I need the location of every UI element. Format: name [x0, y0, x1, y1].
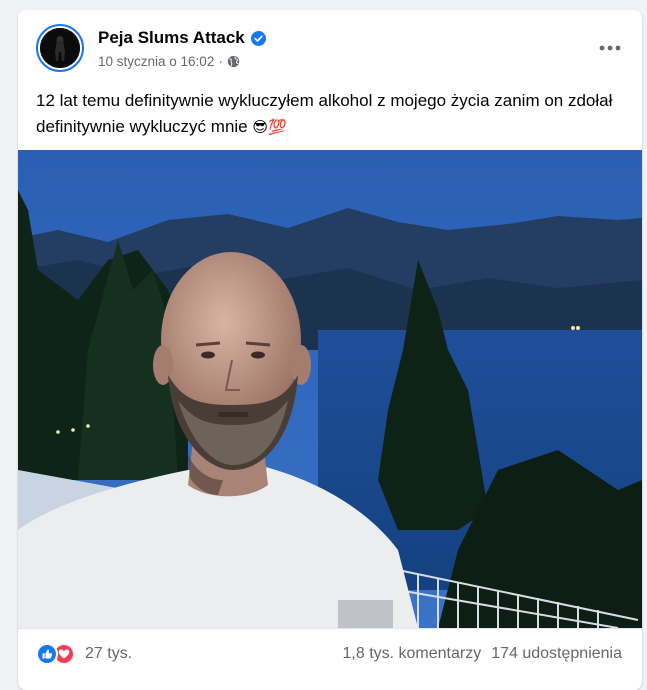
post-stats: 1,8 tys. komentarzy 174 udostępnienia [343, 645, 623, 663]
shares-count-link[interactable]: 174 udostępnienia [491, 645, 622, 663]
avatar-image [40, 28, 80, 68]
photo-image [18, 150, 642, 628]
reactions-summary[interactable]: 27 tys. [36, 643, 132, 665]
more-options-icon [599, 45, 621, 51]
reaction-count: 27 tys. [85, 645, 133, 662]
meta-separator: · [218, 54, 223, 69]
post-footer: 27 tys. 1,8 tys. komentarzy 174 udostępn… [18, 628, 642, 683]
like-reaction-icon [36, 643, 58, 665]
post-timestamp[interactable]: 10 stycznia o 16:02 [98, 54, 214, 69]
post-body: 12 lat temu definitywnie wykluczyłem alk… [36, 88, 626, 140]
post-card: Peja Slums Attack 10 stycznia o 16:02 · … [18, 10, 642, 690]
post-header: Peja Slums Attack 10 stycznia o 16:02 · [18, 10, 642, 88]
post-meta: 10 stycznia o 16:02 · [98, 54, 240, 69]
post-emojis: 😎💯 [252, 118, 287, 136]
verified-badge-icon [250, 30, 266, 46]
author-name[interactable]: Peja Slums Attack [98, 28, 245, 48]
author-name-row: Peja Slums Attack [98, 28, 266, 48]
more-options-button[interactable] [592, 34, 628, 62]
post-message: 12 lat temu definitywnie wykluczyłem alk… [36, 91, 613, 136]
globe-icon[interactable] [227, 55, 240, 68]
comments-count-link[interactable]: 1,8 tys. komentarzy [343, 645, 482, 663]
post-photo[interactable] [18, 150, 642, 628]
author-avatar[interactable] [36, 24, 84, 72]
